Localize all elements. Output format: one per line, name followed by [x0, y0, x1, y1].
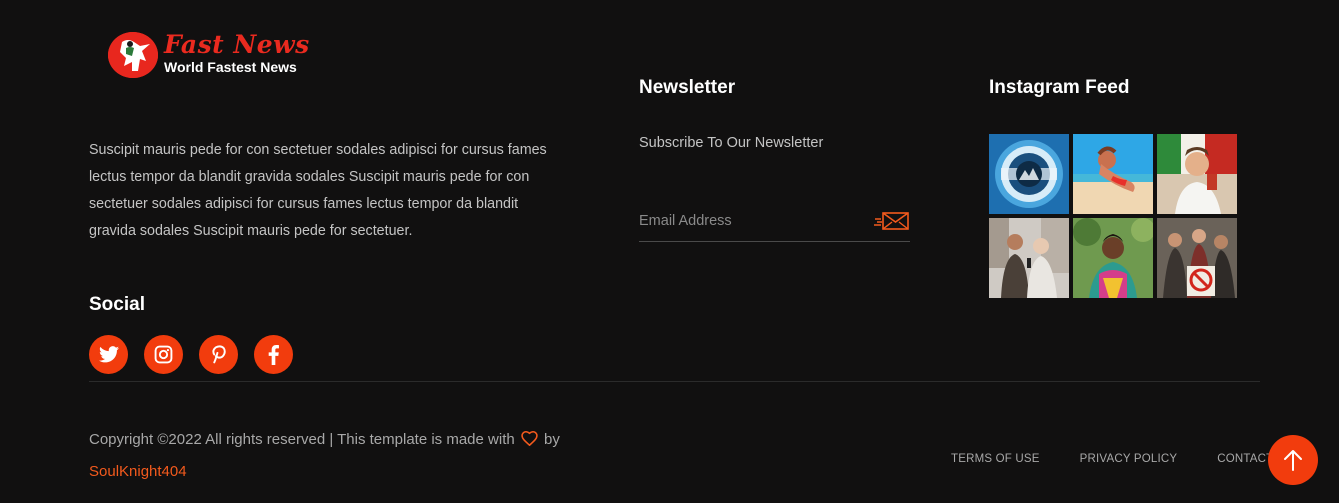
- instagram-photo[interactable]: [1073, 134, 1153, 214]
- twitter-icon: [98, 346, 119, 363]
- instagram-link[interactable]: [144, 335, 183, 374]
- newsletter-heading: Newsletter: [639, 77, 736, 98]
- logo-title: Fast News: [164, 30, 310, 59]
- social-links: [89, 335, 293, 374]
- footer-links: TERMS OF USE PRIVACY POLICY CONTACT: [951, 453, 1273, 465]
- facebook-link[interactable]: [254, 335, 293, 374]
- pinterest-icon: [211, 345, 226, 364]
- privacy-policy-link[interactable]: PRIVACY POLICY: [1080, 453, 1178, 465]
- footer-divider: [89, 381, 1260, 382]
- site-logo[interactable]: Fast News World Fastest News: [108, 30, 310, 82]
- author-link[interactable]: SoulKnight404: [89, 463, 187, 480]
- about-text: Suscipit mauris pede for con sectetuer s…: [89, 142, 547, 239]
- arrow-up-icon: [1284, 450, 1302, 471]
- instagram-photo[interactable]: [989, 218, 1069, 298]
- social-heading: Social: [89, 294, 145, 315]
- facebook-icon: [268, 344, 279, 365]
- logo-tagline: World Fastest News: [164, 59, 297, 75]
- contact-link[interactable]: CONTACT: [1217, 453, 1273, 465]
- copyright-text: Copyright ©2022 All rights reserved | Th…: [89, 424, 609, 488]
- instagram-photo[interactable]: [989, 134, 1069, 214]
- newsletter-subtitle: Subscribe To Our Newsletter: [639, 135, 824, 151]
- terms-of-use-link[interactable]: TERMS OF USE: [951, 453, 1040, 465]
- email-field[interactable]: [639, 206, 864, 236]
- pinterest-link[interactable]: [199, 335, 238, 374]
- instagram-photo[interactable]: [1157, 218, 1237, 298]
- instagram-photo[interactable]: [1157, 134, 1237, 214]
- newsletter-form: [639, 206, 910, 242]
- newsletter-send-button[interactable]: [874, 210, 910, 232]
- copyright-before: Copyright ©2022 All rights reserved | Th…: [89, 431, 515, 448]
- instagram-heading: Instagram Feed: [989, 77, 1130, 98]
- back-to-top-button[interactable]: [1268, 435, 1318, 485]
- instagram-photo[interactable]: [1073, 218, 1153, 298]
- twitter-link[interactable]: [89, 335, 128, 374]
- copyright-after: by: [544, 431, 560, 448]
- instagram-icon: [154, 345, 173, 364]
- instagram-feed: [989, 134, 1237, 298]
- heart-icon: [521, 431, 538, 446]
- logo-emblem-icon: [108, 32, 158, 78]
- envelope-send-icon: [874, 212, 909, 230]
